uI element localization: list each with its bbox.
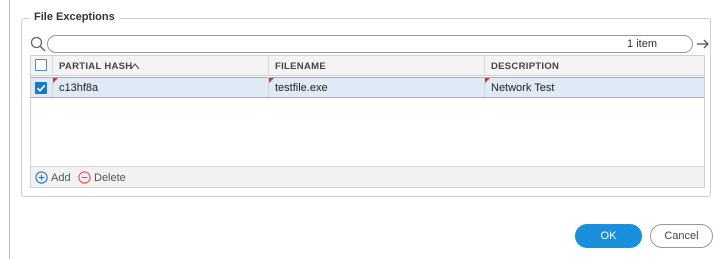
column-header-partial-hash[interactable]: PARTIAL HASH <box>53 56 269 75</box>
ok-button[interactable]: OK <box>575 224 642 248</box>
cell-partial-hash[interactable]: c13hf8a <box>53 78 269 97</box>
section-title: File Exceptions <box>30 11 119 23</box>
arrow-right-icon[interactable] <box>696 36 710 52</box>
add-label: Add <box>51 171 71 184</box>
edited-marker <box>269 78 274 83</box>
add-button[interactable]: Add <box>35 170 71 185</box>
column-header-filename[interactable]: FILENAME <box>269 56 485 75</box>
select-all-checkbox[interactable] <box>35 59 47 71</box>
row-select-cell <box>31 78 53 97</box>
delete-button[interactable]: Delete <box>78 170 126 185</box>
minus-circle-icon <box>78 171 91 184</box>
header-select-cell <box>31 56 53 75</box>
edited-marker <box>53 78 58 83</box>
delete-label: Delete <box>94 171 126 184</box>
table-row[interactable]: c13hf8a testfile.exe Network Test <box>31 77 704 98</box>
plus-circle-icon <box>35 171 48 184</box>
column-label: PARTIAL HASH <box>59 61 133 72</box>
sort-ascending-icon <box>130 63 140 70</box>
left-divider <box>9 0 10 259</box>
table-header: PARTIAL HASH FILENAME DESCRIPTION <box>31 56 704 76</box>
edited-marker <box>485 78 490 83</box>
cancel-button[interactable]: Cancel <box>650 224 713 248</box>
column-label: DESCRIPTION <box>491 61 560 72</box>
search-bar: 1 item <box>30 35 709 53</box>
cell-text: Network Test <box>491 82 555 94</box>
checkmark-icon <box>36 84 46 92</box>
search-input[interactable] <box>47 35 693 53</box>
table-footer: Add Delete <box>31 166 704 187</box>
item-count: 1 item <box>627 38 657 50</box>
cell-text: c13hf8a <box>59 82 99 94</box>
cell-filename[interactable]: testfile.exe <box>269 78 485 97</box>
cell-text: testfile.exe <box>275 82 328 94</box>
column-header-description[interactable]: DESCRIPTION <box>485 56 704 75</box>
search-icon[interactable] <box>30 36 46 52</box>
cell-description[interactable]: Network Test <box>485 78 704 97</box>
row-checkbox[interactable] <box>35 82 47 94</box>
column-label: FILENAME <box>275 61 326 72</box>
exceptions-table: PARTIAL HASH FILENAME DESCRIPTION c13hf8… <box>30 55 705 188</box>
